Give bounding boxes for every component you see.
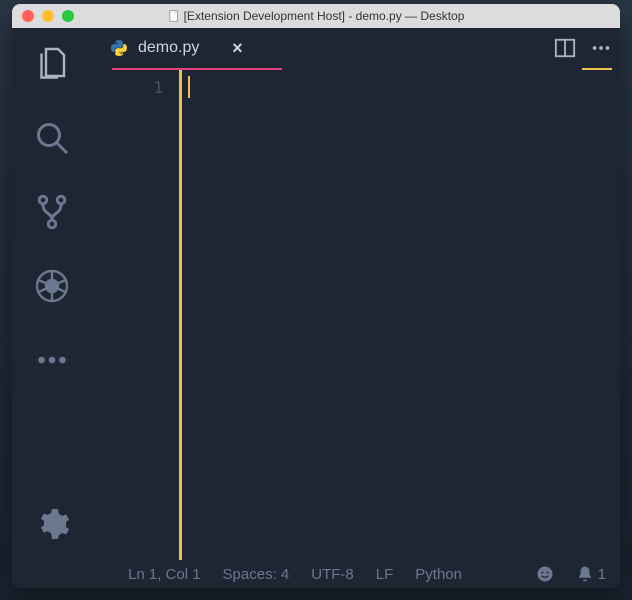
source-control-icon[interactable] [34, 194, 70, 230]
status-indentation[interactable]: Spaces: 4 [223, 566, 290, 583]
editor-area: demo.py × [92, 28, 620, 560]
main-area: demo.py × [12, 28, 620, 560]
tab-filename: demo.py [138, 39, 199, 57]
status-encoding[interactable]: UTF-8 [311, 566, 354, 583]
line-gutter: 1 [92, 70, 182, 560]
feedback-smiley-icon[interactable] [536, 565, 554, 583]
editor[interactable]: 1 [92, 70, 620, 560]
close-window-button[interactable] [22, 10, 34, 22]
vscode-window: [Extension Development Host] - demo.py —… [12, 4, 620, 588]
search-icon[interactable] [34, 120, 70, 156]
window-title-text: [Extension Development Host] - demo.py —… [184, 9, 465, 23]
split-editor-icon[interactable] [554, 37, 576, 59]
more-actions-icon[interactable] [590, 37, 612, 59]
tab-demo-py[interactable]: demo.py × [100, 33, 255, 63]
window-controls [22, 10, 74, 22]
bell-icon [576, 565, 594, 583]
minimize-window-button[interactable] [42, 10, 54, 22]
settings-icon[interactable] [34, 506, 70, 542]
status-eol[interactable]: LF [376, 566, 394, 583]
status-notifications[interactable]: 1 [576, 565, 606, 583]
maximize-window-button[interactable] [62, 10, 74, 22]
activity-bar [12, 28, 92, 560]
tab-bar: demo.py × [92, 28, 620, 68]
notifications-count: 1 [598, 566, 606, 583]
window-title: [Extension Development Host] - demo.py —… [168, 9, 465, 23]
titlebar: [Extension Development Host] - demo.py —… [12, 4, 620, 28]
more-icon[interactable] [34, 342, 70, 378]
close-tab-icon[interactable]: × [229, 40, 245, 56]
python-icon [110, 39, 128, 57]
file-icon [168, 10, 180, 22]
line-number: 1 [92, 76, 163, 100]
text-cursor [188, 76, 190, 98]
tabbar-actions [554, 37, 612, 59]
code-area[interactable] [182, 70, 620, 560]
debug-icon[interactable] [34, 268, 70, 304]
explorer-icon[interactable] [34, 46, 70, 82]
status-cursor-position[interactable]: Ln 1, Col 1 [128, 566, 201, 583]
status-bar: Ln 1, Col 1 Spaces: 4 UTF-8 LF Python 1 [12, 560, 620, 588]
status-language[interactable]: Python [415, 566, 462, 583]
